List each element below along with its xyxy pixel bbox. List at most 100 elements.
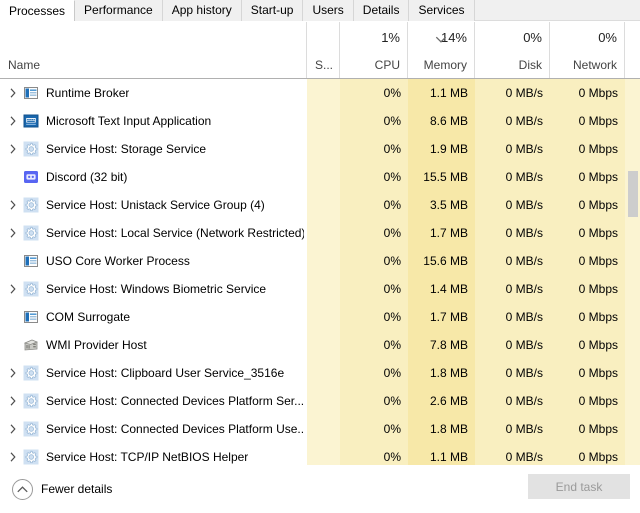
column-header-disk[interactable]: 0% Disk — [475, 22, 550, 78]
process-memory-value: 1.7 MB — [429, 310, 468, 324]
table-row[interactable]: Service Host: Connected Devices Platform… — [0, 415, 640, 443]
process-memory-value: 7.8 MB — [429, 338, 468, 352]
column-header-network-label: Network — [572, 58, 617, 72]
table-row[interactable]: Service Host: Connected Devices Platform… — [0, 387, 640, 415]
tab-app-history[interactable]: App history — [162, 0, 242, 21]
process-cpu-value: 0% — [383, 86, 401, 100]
process-network-value: 0 Mbps — [578, 282, 618, 296]
column-header-status[interactable]: S... — [307, 22, 340, 78]
expand-chevron-right-icon[interactable] — [8, 424, 18, 434]
process-rows: Runtime Broker 0% 1.1 MB 0 MB/s 0 Mbps Micros… — [0, 79, 640, 465]
cell-shading-status — [307, 443, 340, 465]
process-disk-value: 0 MB/s — [505, 366, 543, 380]
table-row[interactable]: Runtime Broker 0% 1.1 MB 0 MB/s 0 Mbps — [0, 79, 640, 107]
fewer-details-button[interactable]: Fewer details — [12, 478, 112, 500]
expand-chevron-right-icon[interactable] — [8, 452, 18, 462]
expand-chevron-right-icon[interactable] — [8, 284, 18, 294]
column-header-disk-label: Disk — [518, 58, 542, 72]
process-disk-value: 0 MB/s — [505, 450, 543, 464]
process-memory-value: 1.1 MB — [429, 86, 468, 100]
process-network-value: 0 Mbps — [578, 338, 618, 352]
expand-chevron-right-icon[interactable] — [8, 368, 18, 378]
table-row[interactable]: COM Surrogate 0% 1.7 MB 0 MB/s 0 Mbps — [0, 303, 640, 331]
column-header-cpu-percent: 1% — [381, 30, 400, 45]
table-row[interactable]: USO Core Worker Process 0% 15.6 MB 0 MB/s 0 … — [0, 247, 640, 275]
process-disk-value: 0 MB/s — [505, 282, 543, 296]
column-header-memory-label: Memory — [423, 58, 467, 72]
table-row[interactable]: Discord (32 bit) 0% 15.5 MB 0 MB/s 0 Mbps — [0, 163, 640, 191]
process-memory-value: 1.7 MB — [429, 226, 468, 240]
tab-processes[interactable]: Processes — [0, 0, 76, 22]
window-app-icon — [23, 85, 39, 101]
cell-shading-status — [307, 163, 340, 191]
cell-shading-status — [307, 79, 340, 107]
process-network-value: 0 Mbps — [578, 422, 618, 436]
process-network-value: 0 Mbps — [578, 198, 618, 212]
table-row[interactable]: Service Host: Unistack Service Group (4)… — [0, 191, 640, 219]
expand-chevron-right-icon[interactable] — [8, 396, 18, 406]
process-cpu-value: 0% — [383, 254, 401, 268]
expand-chevron-right-icon[interactable] — [8, 144, 18, 154]
tab-strip-filler — [474, 0, 640, 21]
process-memory-value: 1.8 MB — [429, 422, 468, 436]
process-name: Microsoft Text Input Application — [46, 114, 212, 128]
cell-shading-status — [307, 415, 340, 443]
process-disk-value: 0 MB/s — [505, 394, 543, 408]
gear-service-icon — [23, 421, 39, 437]
vertical-scrollbar[interactable] — [626, 79, 640, 465]
process-name: Service Host: Clipboard User Service_351… — [46, 366, 285, 380]
table-row[interactable]: Service Host: Storage Service 0% 1.9 MB 0 M… — [0, 135, 640, 163]
vertical-scrollbar-thumb[interactable] — [628, 171, 638, 217]
process-memory-value: 15.5 MB — [423, 170, 468, 184]
process-memory-value: 15.6 MB — [423, 254, 468, 268]
process-disk-value: 0 MB/s — [505, 254, 543, 268]
process-memory-value: 1.8 MB — [429, 366, 468, 380]
cell-shading-status — [307, 331, 340, 359]
expand-chevron-right-icon[interactable] — [8, 228, 18, 238]
tab-details[interactable]: Details — [353, 0, 410, 21]
cell-shading-status — [307, 219, 340, 247]
process-disk-value: 0 MB/s — [505, 310, 543, 324]
table-row[interactable]: Service Host: Windows Biometric Service 0… — [0, 275, 640, 303]
process-network-value: 0 Mbps — [578, 254, 618, 268]
expand-chevron-right-icon[interactable] — [8, 200, 18, 210]
tab-performance[interactable]: Performance — [75, 0, 163, 21]
tab-users[interactable]: Users — [303, 0, 354, 21]
window-app-icon — [23, 309, 39, 325]
cell-shading-status — [307, 359, 340, 387]
table-row[interactable]: Service Host: Clipboard User Service_351… — [0, 359, 640, 387]
table-row[interactable]: WMI Provider Host 0% 7.8 MB 0 MB/s 0 Mbps — [0, 331, 640, 359]
process-cpu-value: 0% — [383, 170, 401, 184]
process-cpu-value: 0% — [383, 282, 401, 296]
expand-chevron-right-icon[interactable] — [8, 88, 18, 98]
column-header-network-percent: 0% — [598, 30, 617, 45]
column-header-memory[interactable]: 14% Memory — [408, 22, 475, 78]
process-table: Runtime Broker 0% 1.1 MB 0 MB/s 0 Mbps Micros… — [0, 79, 640, 465]
expand-chevron-right-icon[interactable] — [8, 116, 18, 126]
table-row[interactable]: Service Host: Local Service (Network Res… — [0, 219, 640, 247]
process-cpu-value: 0% — [383, 226, 401, 240]
column-header-cpu[interactable]: 1% CPU — [340, 22, 408, 78]
process-name: Service Host: Storage Service — [46, 142, 207, 156]
cell-shading-status — [307, 387, 340, 415]
table-row[interactable]: Service Host: TCP/IP NetBIOS Helper 0% 1.1… — [0, 443, 640, 465]
tab-list: Processes Performance App history Start-up U… — [0, 0, 640, 22]
tab-start-up[interactable]: Start-up — [241, 0, 304, 21]
column-header-cpu-label: CPU — [374, 58, 400, 72]
process-network-value: 0 Mbps — [578, 226, 618, 240]
process-network-value: 0 Mbps — [578, 142, 618, 156]
column-header-network[interactable]: 0% Network — [550, 22, 625, 78]
window-app-icon — [23, 253, 39, 269]
column-header-spare[interactable] — [625, 22, 640, 78]
process-name: Service Host: Connected Devices Platform… — [46, 394, 304, 408]
tab-services[interactable]: Services — [409, 0, 475, 21]
process-cpu-value: 0% — [383, 450, 401, 464]
column-header-name[interactable]: Name — [0, 22, 307, 78]
column-header-name-label: Name — [8, 58, 41, 72]
table-row[interactable]: Microsoft Text Input Application 0% 8.6 MB… — [0, 107, 640, 135]
gear-service-icon — [23, 365, 39, 381]
process-cpu-value: 0% — [383, 394, 401, 408]
end-task-button[interactable]: End task — [528, 474, 630, 499]
cell-shading-status — [307, 275, 340, 303]
process-name: Runtime Broker — [46, 86, 130, 100]
